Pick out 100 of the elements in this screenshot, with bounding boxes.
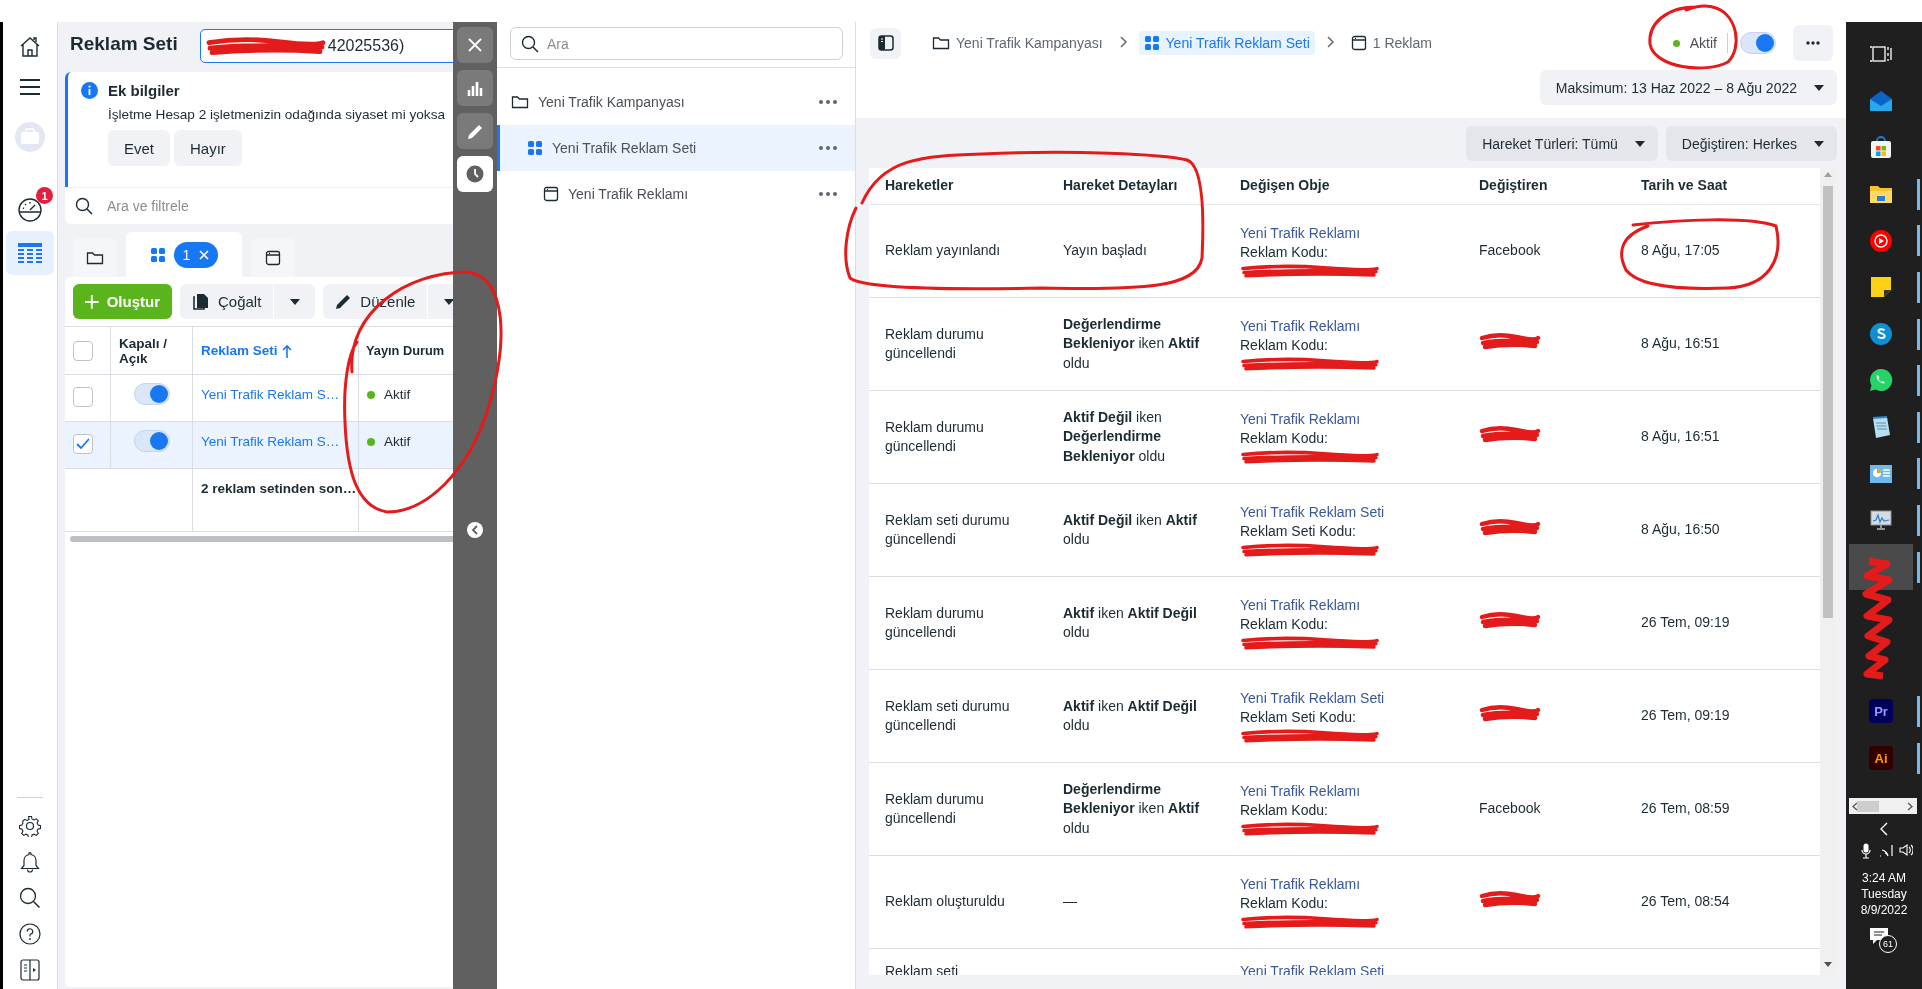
chevron-left-icon[interactable] [1880,822,1888,836]
filter-dropdown[interactable]: Hareket Türleri: Tümü [1466,126,1658,161]
scrollbar[interactable] [1849,798,1917,814]
panel-toggle-icon[interactable] [20,959,40,981]
plus-icon [85,294,99,309]
checkbox[interactable] [73,387,93,407]
collapse-button[interactable] [467,522,483,538]
store-icon[interactable] [1870,135,1892,160]
app-icon[interactable]: Pr [1869,699,1893,724]
tool-button[interactable] [457,70,493,106]
answer-button[interactable]: Evet [108,130,170,166]
tool-button[interactable] [457,156,493,192]
toggle-switch[interactable] [1740,32,1776,54]
sticky-note-icon[interactable] [1870,276,1892,299]
search-icon [75,197,93,215]
object-link[interactable]: Yeni Trafik Reklamı [1240,409,1361,429]
control-panel-icon[interactable] [1869,462,1893,485]
answer-button[interactable]: Hayır [174,130,242,166]
filter-dropdown[interactable]: Değiştiren: Herkes [1665,126,1837,161]
account-field[interactable]: 42025536) [199,29,453,63]
object-link[interactable]: Yeni Trafik Reklamı [1240,223,1361,243]
redaction-scribble [1479,331,1541,352]
chat-bubble-icon[interactable] [1869,368,1893,393]
volume-icon[interactable] [1899,843,1913,857]
level-tab[interactable]: 1 [126,232,242,277]
scrollbar[interactable] [70,536,453,542]
ad-set-link[interactable]: Yeni Trafik Reklam S… [201,387,340,402]
sort-arrow-icon [281,343,292,358]
scrollbar[interactable] [1820,168,1836,975]
object-link[interactable]: Yeni Trafik Reklamı [1240,781,1361,801]
play-circle-icon[interactable] [1869,228,1893,253]
level-tab[interactable] [73,238,117,277]
level-tab[interactable] [251,238,295,277]
selection-chip[interactable]: 1 [173,241,219,268]
info-text: İşletme Hesap 2 işletmenizin odağında siyaset mi yoksa [108,107,446,122]
pencil-icon [466,122,484,140]
object-link[interactable]: Yeni Trafik Reklamı [1240,316,1361,336]
tree-item[interactable]: Yeni Trafik Reklamı [497,171,855,217]
object-link[interactable]: Yeni Trafik Reklam Seti [1240,688,1385,708]
breadcrumb-link[interactable]: Yeni Trafik Reklam Seti [1138,31,1315,55]
duplicate-button[interactable]: Çoğalt [180,284,274,319]
app-icon[interactable]: Ai [1869,746,1893,770]
table-cell-text: 26 Tem, 08:54 [1640,892,1731,912]
checkbox[interactable] [73,340,93,361]
duplicate-icon [192,292,210,311]
tool-button[interactable] [457,113,493,149]
bell-icon[interactable] [20,851,40,873]
table-cell-text: Reklam durumu güncellendi [884,324,985,363]
toggle-switch[interactable] [134,383,170,405]
sidebar-toggle-button[interactable] [870,27,901,59]
toggle-switch[interactable] [134,430,170,452]
skype-icon[interactable] [1869,321,1893,346]
tree-item[interactable]: Yeni Trafik Kampanyası [497,79,855,125]
column-header: Değişen Obje [1239,176,1331,196]
tool-button[interactable] [457,27,493,63]
help-icon[interactable] [19,923,41,945]
object-link[interactable]: Yeni Trafik Reklamı [1240,595,1361,615]
date-range-dropdown[interactable]: Maksimum: 13 Haz 2022 – 8 Ağu 2022 [1539,70,1837,105]
check-icon [76,438,90,450]
clock[interactable]: 3:24 AM Tuesday 8/9/2022 [1860,870,1908,918]
breadcrumb-link[interactable]: 1 Reklam [1345,31,1437,55]
folder-icon[interactable] [1869,184,1893,205]
table-cell-text: 8 Ağu, 16:50 [1640,520,1721,540]
table-view-button[interactable] [6,231,54,275]
home-icon[interactable] [18,35,42,59]
summary-text: 2 reklam setinden son… [201,481,357,496]
table-cell-text: Reklam durumu güncellendi [884,789,985,828]
table-cell-text: Reklam durumu güncellendi [884,417,985,456]
more-button[interactable] [1793,25,1833,61]
checkbox[interactable] [73,434,93,454]
chevron-right-icon [1326,36,1334,48]
more-icon[interactable] [819,192,837,196]
redaction-scribble [1479,610,1541,631]
monitor-icon[interactable] [1869,509,1893,532]
table-cell-text: Reklam Kodu: [1240,615,1328,634]
gauge-icon[interactable] [17,197,43,223]
breadcrumb-link[interactable]: Yeni Trafik Kampanyası [927,31,1108,55]
column-header[interactable]: Kapalı / Açık [111,327,193,375]
table-cell-text: Reklam Kodu: [1240,336,1328,355]
table-icon[interactable] [18,243,42,263]
folder-icon [86,249,104,266]
more-icon[interactable] [819,100,837,104]
more-icon[interactable] [819,146,837,150]
tree-item[interactable]: Yeni Trafik Reklam Seti [497,125,855,171]
chevron-left-icon [471,525,479,535]
info-icon [81,82,98,99]
notification-button[interactable]: 61 [1869,927,1899,953]
menu-icon[interactable] [19,78,41,96]
scroll-left-icon [1852,801,1858,811]
settings-icon[interactable] [19,815,41,837]
mail-icon[interactable] [1869,89,1893,112]
wifi-icon[interactable] [1877,843,1893,857]
table-cell-text: Facebook [1478,799,1542,819]
microphone-icon[interactable] [1861,843,1871,859]
grid-icon [1143,35,1160,51]
object-link[interactable]: Yeni Trafik Reklamı [1240,874,1361,894]
search-icon[interactable] [19,887,41,909]
task-view-icon[interactable] [1870,44,1892,65]
column-header[interactable]: Reklam Seti [201,343,292,358]
object-link[interactable]: Yeni Trafik Reklam Seti [1240,502,1385,522]
